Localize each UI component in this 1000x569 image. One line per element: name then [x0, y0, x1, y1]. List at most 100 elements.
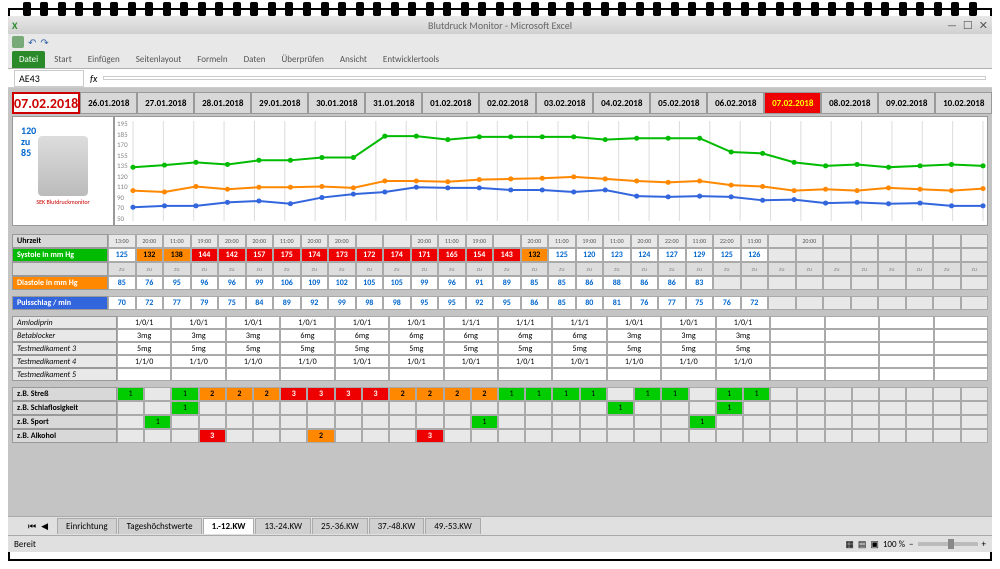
med-cell[interactable]: 3mg: [661, 329, 715, 342]
factor-cell[interactable]: [743, 415, 770, 429]
med-cell[interactable]: 3mg: [117, 329, 171, 342]
factor-cell[interactable]: [525, 401, 552, 415]
cell[interactable]: 20:00: [301, 234, 329, 248]
cell[interactable]: [851, 234, 879, 248]
cell[interactable]: 132: [136, 248, 164, 262]
factor-cell[interactable]: [471, 401, 498, 415]
cell[interactable]: zu: [933, 262, 961, 276]
ribbon-tab-seitenlayout[interactable]: Seitenlayout: [129, 51, 188, 68]
factor-cell[interactable]: [689, 387, 716, 401]
factor-cell[interactable]: [906, 387, 933, 401]
worksheet[interactable]: 07.02.2018 26.01.201827.01.201828.01.201…: [8, 88, 992, 516]
ribbon-tab-überprüfen[interactable]: Überprüfen: [274, 51, 330, 68]
cell[interactable]: [961, 276, 989, 290]
med-cell[interactable]: [280, 368, 334, 381]
cell[interactable]: 76: [631, 296, 659, 310]
cell[interactable]: 125: [108, 248, 136, 262]
cell[interactable]: [768, 276, 796, 290]
cell[interactable]: 76: [713, 296, 741, 310]
cell[interactable]: 174: [383, 248, 411, 262]
med-cell[interactable]: 6mg: [552, 329, 606, 342]
cell[interactable]: zu: [548, 262, 576, 276]
cell[interactable]: [906, 248, 934, 262]
med-cell[interactable]: 5mg: [389, 342, 443, 355]
cell[interactable]: 89: [273, 296, 301, 310]
factor-cell[interactable]: 2: [199, 387, 226, 401]
cell[interactable]: [768, 248, 796, 262]
cell[interactable]: zu: [796, 262, 824, 276]
factor-cell[interactable]: 2: [416, 387, 443, 401]
cell[interactable]: [768, 296, 796, 310]
cell[interactable]: 79: [191, 296, 219, 310]
med-cell[interactable]: [552, 368, 606, 381]
factor-cell[interactable]: [661, 415, 688, 429]
cell[interactable]: 88: [603, 276, 631, 290]
factor-cell[interactable]: [906, 415, 933, 429]
cell[interactable]: 86: [658, 276, 686, 290]
factor-cell[interactable]: [253, 401, 280, 415]
cell[interactable]: 20:00: [218, 234, 246, 248]
factor-cell[interactable]: [226, 415, 253, 429]
cell[interactable]: 96: [438, 276, 466, 290]
factor-cell[interactable]: [607, 387, 634, 401]
factor-cell[interactable]: [743, 401, 770, 415]
cell[interactable]: 127: [658, 248, 686, 262]
cell[interactable]: 129: [686, 248, 714, 262]
med-cell[interactable]: [498, 368, 552, 381]
cell[interactable]: 84: [246, 296, 274, 310]
med-cell[interactable]: 6mg: [498, 329, 552, 342]
med-cell[interactable]: 5mg: [498, 342, 552, 355]
factor-cell[interactable]: [634, 401, 661, 415]
med-cell[interactable]: [226, 368, 280, 381]
cell[interactable]: zu: [603, 262, 631, 276]
sheet-tab[interactable]: 13.-24.KW: [255, 518, 311, 534]
cell[interactable]: [356, 234, 384, 248]
cell[interactable]: zu: [713, 262, 741, 276]
cell[interactable]: 86: [631, 276, 659, 290]
factor-cell[interactable]: [199, 401, 226, 415]
med-cell[interactable]: [770, 329, 824, 342]
factor-cell[interactable]: 2: [253, 387, 280, 401]
factor-cell[interactable]: [716, 429, 743, 443]
factor-cell[interactable]: [689, 401, 716, 415]
med-cell[interactable]: 1/0/1: [335, 316, 389, 329]
med-cell[interactable]: 1/0/1: [661, 316, 715, 329]
med-cell[interactable]: [934, 316, 988, 329]
cell[interactable]: 72: [741, 296, 769, 310]
med-cell[interactable]: 6mg: [335, 329, 389, 342]
factor-cell[interactable]: [825, 415, 852, 429]
cell[interactable]: 96: [191, 276, 219, 290]
factor-cell[interactable]: [770, 429, 797, 443]
cell[interactable]: [851, 296, 879, 310]
cell[interactable]: zu: [823, 262, 851, 276]
view-normal-icon[interactable]: ▦: [845, 539, 854, 550]
factor-cell[interactable]: [770, 401, 797, 415]
med-cell[interactable]: [335, 368, 389, 381]
cell[interactable]: zu: [191, 262, 219, 276]
cell[interactable]: 142: [218, 248, 246, 262]
med-cell[interactable]: 1/1/1: [552, 316, 606, 329]
factor-cell[interactable]: 2: [389, 387, 416, 401]
med-cell[interactable]: 1/0/1: [280, 316, 334, 329]
cell[interactable]: zu: [961, 262, 989, 276]
cell[interactable]: [933, 248, 961, 262]
factor-cell[interactable]: [471, 429, 498, 443]
cell[interactable]: [823, 296, 851, 310]
cell[interactable]: [768, 234, 796, 248]
factor-cell[interactable]: [961, 401, 988, 415]
cell[interactable]: 76: [136, 276, 164, 290]
med-cell[interactable]: 3mg: [607, 329, 661, 342]
cell[interactable]: zu: [246, 262, 274, 276]
cell[interactable]: 22:00: [658, 234, 686, 248]
cell[interactable]: 11:00: [741, 234, 769, 248]
cell[interactable]: 125: [548, 248, 576, 262]
factor-cell[interactable]: 3: [199, 429, 226, 443]
cell[interactable]: 19:00: [191, 234, 219, 248]
sheet-tab[interactable]: Einrichtung: [57, 518, 117, 534]
factor-cell[interactable]: 1: [525, 387, 552, 401]
factor-cell[interactable]: [797, 415, 824, 429]
cell[interactable]: 173: [328, 248, 356, 262]
factor-cell[interactable]: [171, 415, 198, 429]
factor-cell[interactable]: [906, 429, 933, 443]
med-cell[interactable]: [934, 329, 988, 342]
